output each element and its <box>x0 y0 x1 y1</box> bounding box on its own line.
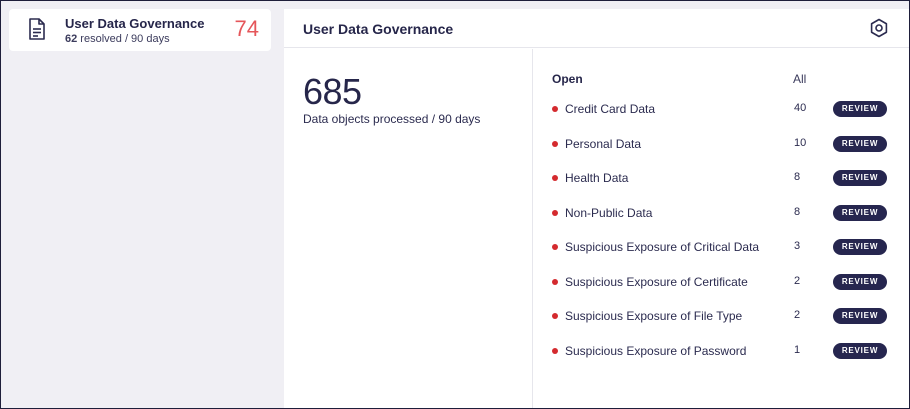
list-item: Personal Data 10 REVIEW <box>552 134 892 154</box>
item-count: 3 <box>794 240 801 252</box>
review-button[interactable]: REVIEW <box>833 343 887 359</box>
item-count: 1 <box>794 344 801 356</box>
resolved-suffix: resolved / 90 days <box>77 33 170 45</box>
status-dot <box>552 348 558 354</box>
item-label: Suspicious Exposure of Password <box>565 344 747 358</box>
item-count: 10 <box>794 137 807 149</box>
review-button[interactable]: REVIEW <box>833 274 887 290</box>
list-header-open: Open <box>552 72 583 86</box>
resolved-count: 62 <box>65 33 78 45</box>
item-label: Non-Public Data <box>565 206 653 220</box>
status-dot <box>552 313 558 319</box>
total-processed-value: 685 <box>303 71 362 112</box>
settings-icon[interactable] <box>869 18 889 38</box>
list-item: Suspicious Exposure of File Type 2 REVIE… <box>552 306 892 326</box>
item-count: 2 <box>794 275 801 287</box>
status-dot <box>552 210 558 216</box>
document-icon <box>29 18 45 40</box>
list-item: Suspicious Exposure of Critical Data 3 R… <box>552 237 892 257</box>
status-dot <box>552 244 558 250</box>
status-dot <box>552 175 558 181</box>
totals-column: 685 Data objects processed / 90 days <box>284 49 533 409</box>
review-button[interactable]: REVIEW <box>833 308 887 324</box>
panel-header: User Data Governance <box>284 9 909 48</box>
total-processed-label: Data objects processed / 90 days <box>303 112 481 126</box>
item-count: 2 <box>794 309 801 321</box>
summary-card-user-data-governance[interactable]: User Data Governance 62 resolved / 90 da… <box>9 9 271 51</box>
governance-panel: User Data Governance 685 Data objects pr… <box>284 9 909 409</box>
review-button[interactable]: REVIEW <box>833 101 887 117</box>
review-button[interactable]: REVIEW <box>833 136 887 152</box>
item-label: Health Data <box>565 171 629 185</box>
list-item: Suspicious Exposure of Password 1 REVIEW <box>552 341 892 361</box>
status-dot <box>552 106 558 112</box>
status-dot <box>552 141 558 147</box>
item-count: 8 <box>794 171 801 183</box>
item-label: Credit Card Data <box>565 102 656 116</box>
list-header-all[interactable]: All <box>793 72 806 86</box>
item-label: Suspicious Exposure of File Type <box>565 309 743 323</box>
list-item: Health Data 8 REVIEW <box>552 168 892 188</box>
status-dot <box>552 279 558 285</box>
review-button[interactable]: REVIEW <box>833 239 887 255</box>
item-label: Personal Data <box>565 137 642 151</box>
list-item: Credit Card Data 40 REVIEW <box>552 99 892 119</box>
summary-resolved-text: 62 resolved / 90 days <box>65 33 170 45</box>
list-item: Suspicious Exposure of Certificate 2 REV… <box>552 272 892 292</box>
summary-title: User Data Governance <box>65 16 205 31</box>
review-button[interactable]: REVIEW <box>833 170 887 186</box>
list-item: Non-Public Data 8 REVIEW <box>552 203 892 223</box>
open-count: 74 <box>234 16 259 41</box>
item-count: 8 <box>794 206 801 218</box>
review-button[interactable]: REVIEW <box>833 205 887 221</box>
item-label: Suspicious Exposure of Critical Data <box>565 240 760 254</box>
item-label: Suspicious Exposure of Certificate <box>565 275 748 289</box>
panel-title: User Data Governance <box>303 21 454 37</box>
item-count: 40 <box>794 102 807 114</box>
